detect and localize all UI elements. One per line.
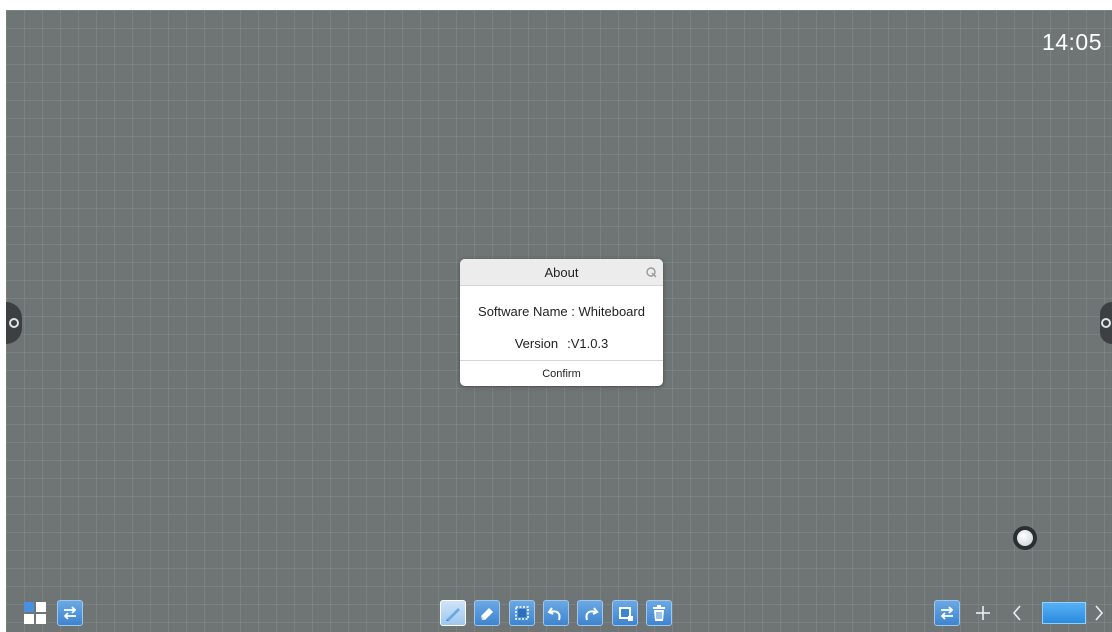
undo-button[interactable] [543,600,569,626]
clear-button[interactable] [646,600,672,626]
apps-button[interactable] [22,600,48,626]
prev-page-button[interactable] [1008,600,1026,626]
switch-icon [940,606,954,620]
confirm-button[interactable]: Confirm [460,361,663,386]
version-value: V1.0.3 [570,336,609,351]
chevron-left-icon [1012,605,1021,621]
chevron-right-icon [1095,605,1104,621]
redo-icon [585,607,599,621]
page-thumbnail[interactable] [1042,602,1086,624]
settings-icon [1101,318,1111,328]
eraser-tool-button[interactable] [474,600,500,626]
pen-icon [446,608,460,621]
whiteboard-canvas[interactable]: 14:05 About Software Name : Whiteboard V… [6,10,1112,632]
select-icon [515,606,529,620]
right-side-menu-tab[interactable] [1100,302,1112,344]
crop-tool-button[interactable] [612,600,638,626]
dialog-title: About [544,264,579,280]
version-label: Version [514,336,559,351]
software-name-row: Software Name : Whiteboard [478,304,645,319]
switch-mode-button[interactable] [57,600,83,626]
floating-menu-button[interactable] [1013,526,1037,550]
add-page-icon [976,606,990,620]
pen-tool-button[interactable] [440,600,466,626]
next-page-button[interactable] [1090,600,1108,626]
version-row: Version:V1.0.3 [514,336,609,351]
redo-button[interactable] [577,600,603,626]
add-page-button[interactable] [972,600,994,626]
eraser-icon [481,608,493,620]
clock: 14:05 [1041,29,1102,55]
grid-icon [24,602,46,624]
close-icon[interactable] [645,266,657,278]
trash-icon [653,605,665,621]
switch-icon [63,606,77,620]
dialog-header: About [460,259,663,286]
undo-icon [547,607,561,621]
switch-view-button[interactable] [934,600,960,626]
software-name-value: Whiteboard [578,304,645,319]
about-dialog: About Software Name : Whiteboard Version… [460,259,663,386]
software-name-label: Software Name [478,304,568,319]
left-side-menu-tab[interactable] [6,302,22,344]
crop-icon [619,607,633,621]
select-tool-button[interactable] [509,600,535,626]
settings-icon [9,318,19,328]
